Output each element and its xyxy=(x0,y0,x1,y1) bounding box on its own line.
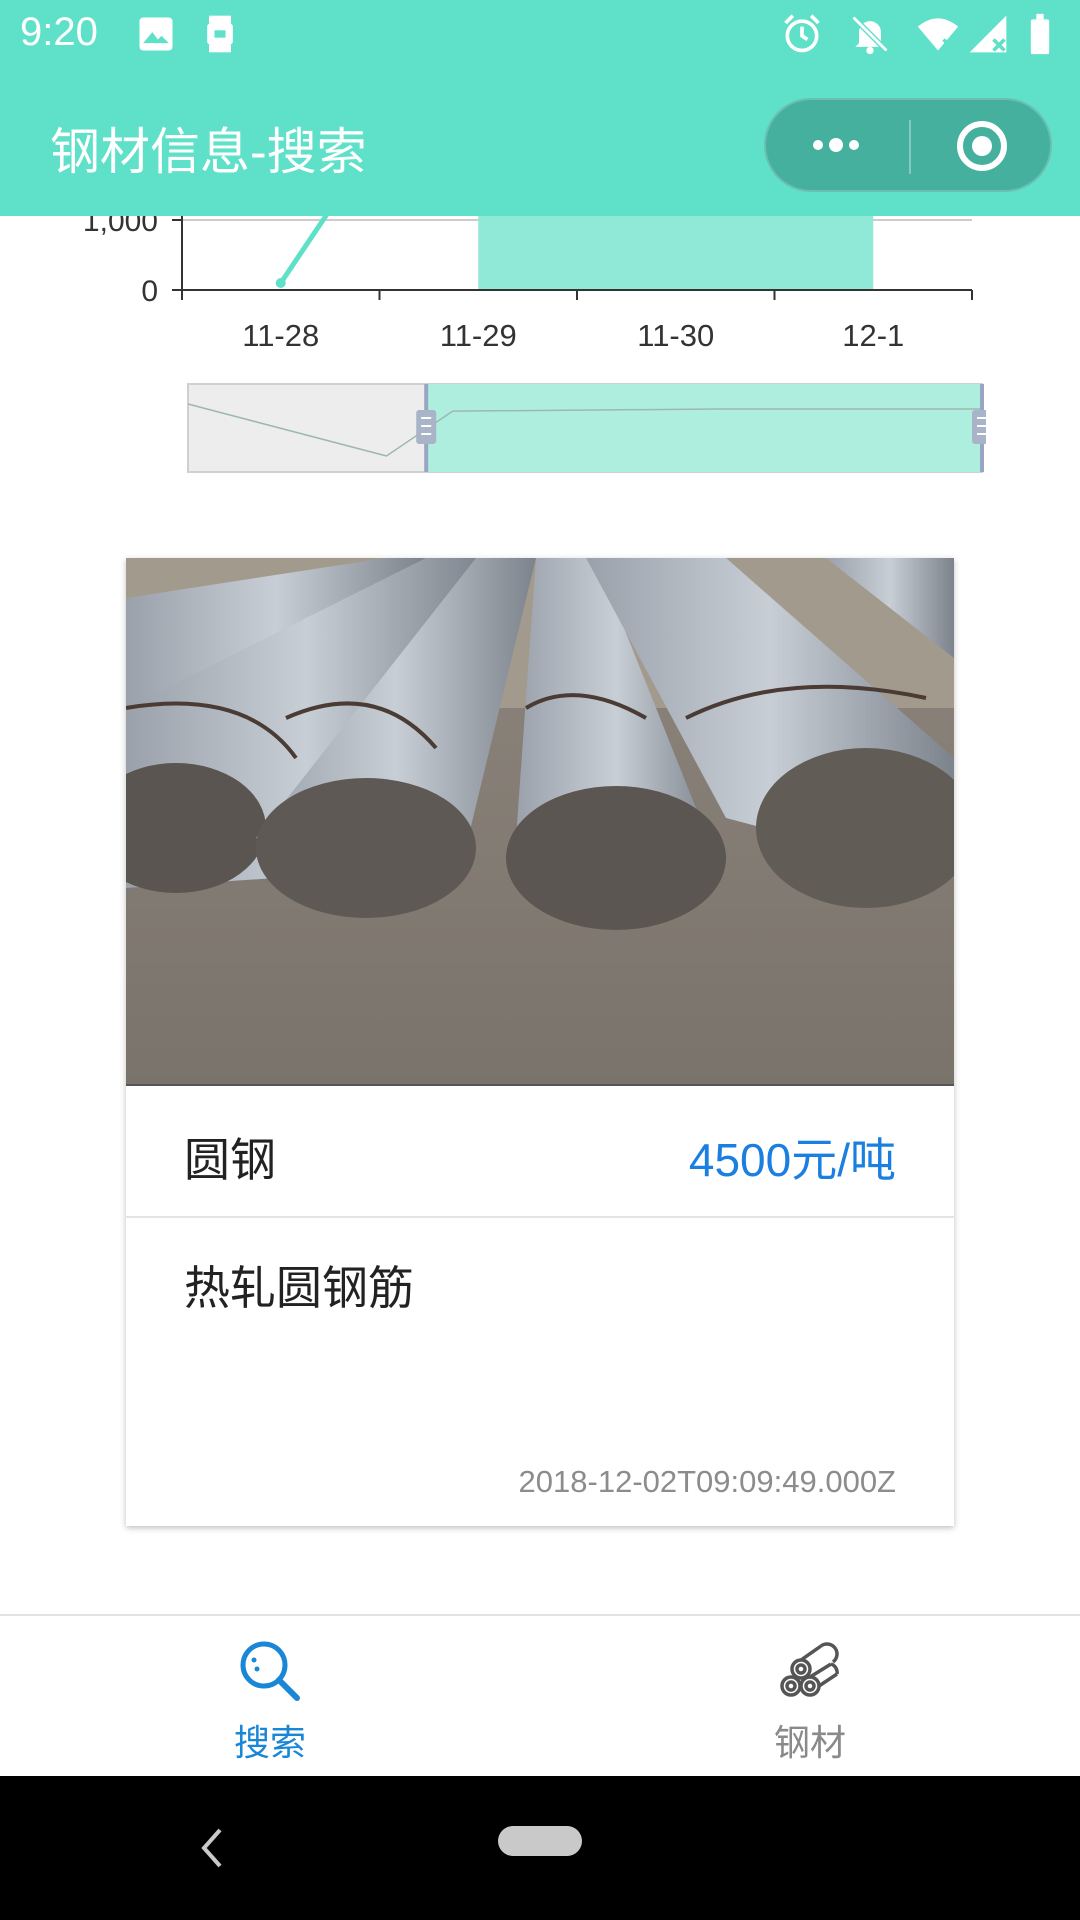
image-icon xyxy=(139,17,173,51)
wifi-off-icon xyxy=(917,18,959,52)
series-area xyxy=(478,216,874,290)
zoom-window xyxy=(426,384,982,472)
capsule-divider xyxy=(909,120,911,174)
app-header: 钢材信息-搜索 xyxy=(0,72,1080,216)
x-tick-label: 11-29 xyxy=(440,318,517,353)
product-image xyxy=(126,558,954,1086)
close-target-icon xyxy=(957,121,1007,171)
product-timestamp: 2018-12-02T09:09:49.000Z xyxy=(518,1464,896,1499)
alarm-icon xyxy=(784,14,820,53)
android-nav-bar xyxy=(0,1776,1080,1920)
more-button[interactable] xyxy=(766,100,906,190)
search-icon xyxy=(240,1641,300,1701)
product-price: 4500元/吨 xyxy=(688,1134,896,1186)
x-tick-label: 11-30 xyxy=(637,318,714,353)
back-icon[interactable] xyxy=(196,1826,226,1870)
y-tick-label: 0 xyxy=(141,275,158,308)
product-header-row: 圆钢 4500元/吨 xyxy=(126,1086,954,1218)
product-card[interactable]: 圆钢 4500元/吨 热轧圆钢筋 2018-12-02T09:09:49.000… xyxy=(126,558,954,1526)
product-name: 圆钢 xyxy=(184,1134,276,1186)
battery-icon xyxy=(1030,13,1050,55)
data-point xyxy=(275,278,286,288)
steel-bars-photo xyxy=(126,558,954,1086)
product-description: 热轧圆钢筋 xyxy=(184,1262,414,1314)
more-dots-icon xyxy=(813,138,859,152)
x-tick-label: 11-28 xyxy=(242,318,319,353)
steel-pipes-icon xyxy=(780,1642,839,1697)
page-title: 钢材信息-搜索 xyxy=(50,124,367,180)
mini-program-capsule xyxy=(764,98,1052,192)
x-tick-label: 12-1 xyxy=(842,318,904,353)
close-button[interactable] xyxy=(912,100,1052,190)
tab-bar: 搜索 钢材 xyxy=(0,1614,1080,1776)
y-tick-label: 1,000 xyxy=(83,216,158,238)
status-bar: 9:20 xyxy=(0,0,1080,72)
tab-steel[interactable]: 钢材 xyxy=(540,1616,1080,1776)
signal-off-icon xyxy=(969,15,1007,53)
tab-steel-label: 钢材 xyxy=(773,1722,846,1763)
tab-search-label: 搜索 xyxy=(233,1722,306,1763)
home-pill-icon[interactable] xyxy=(498,1826,582,1856)
notifications-off-icon xyxy=(851,15,889,55)
chart-zoom-slider[interactable] xyxy=(186,380,986,476)
watch-icon xyxy=(207,15,233,53)
tab-search[interactable]: 搜索 xyxy=(0,1616,540,1776)
status-time: 9:20 xyxy=(20,10,98,54)
